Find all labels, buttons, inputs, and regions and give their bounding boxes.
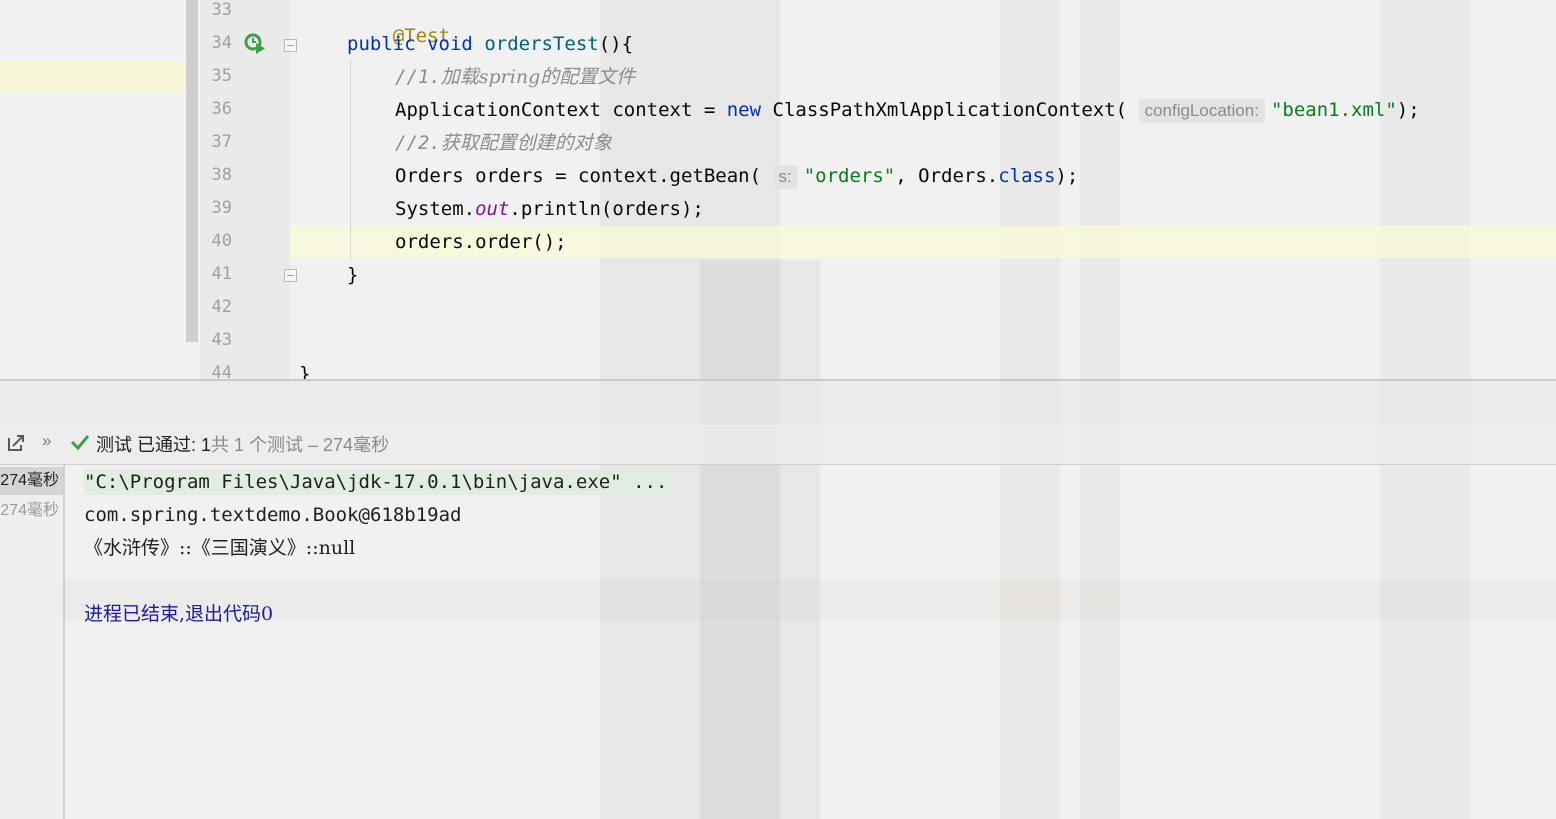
code-line-40: orders.order(); — [395, 230, 567, 254]
line-number: 42 — [211, 297, 232, 317]
more-actions-button[interactable]: » — [42, 431, 51, 451]
left-line-highlight — [0, 61, 198, 91]
code-text: System. — [395, 198, 476, 220]
code-text: orders.order(); — [395, 231, 567, 253]
test-tree-row[interactable]: 274毫秒 — [0, 467, 63, 495]
closing-brace: } — [299, 363, 311, 380]
fold-icon[interactable] — [284, 39, 297, 52]
console-line: 《水浒传》::《三国演义》::null — [84, 535, 355, 561]
fold-icon[interactable] — [284, 269, 297, 282]
parameter-hint: configLocation: — [1138, 99, 1265, 123]
string-literal: "bean1.xml" — [1270, 99, 1397, 121]
code-line-39: System.out.println(orders); — [395, 197, 704, 221]
static-field: out — [475, 198, 510, 220]
indent-guide — [350, 60, 351, 258]
string-literal: "orders" — [803, 165, 896, 187]
comment-prefix: //2. — [395, 132, 441, 154]
console-exit-text: 进程已结束,退出代码0 — [84, 603, 274, 625]
code-text: ApplicationContext context = — [395, 99, 727, 121]
run-test-icon[interactable] — [244, 33, 266, 55]
line-number: 39 — [211, 198, 232, 218]
line-number: 41 — [211, 264, 232, 284]
test-tree-row[interactable]: 274毫秒 — [0, 497, 63, 525]
test-results-tree: 274毫秒 274毫秒 — [0, 465, 65, 819]
console-exit-line: 进程已结束,退出代码0 — [84, 601, 273, 627]
test-toolbar: » 测试 已通过: 1共 1 个测试 – 274毫秒 — [0, 425, 1556, 465]
line-number: 34 — [211, 33, 232, 53]
test-status-text: 测试 已通过: 1 — [96, 435, 212, 455]
comment-text: 获取配置创建的对象 — [440, 132, 612, 154]
code-line-38: Orders orders = context.getBean( s: "orde… — [395, 164, 1078, 189]
line-number: 33 — [211, 0, 232, 20]
editor-gutter — [200, 0, 290, 380]
line-number: 37 — [211, 132, 232, 152]
line-number: 36 — [211, 99, 232, 119]
code-text: ClassPathXmlApplicationContext( — [761, 99, 1128, 121]
code-text: , Orders. — [895, 165, 999, 187]
line-number: 38 — [211, 165, 232, 185]
keyword: public — [347, 33, 416, 55]
test-status: 测试 已通过: 1共 1 个测试 – 274毫秒 — [96, 431, 389, 457]
code-text: (){ — [598, 33, 634, 55]
check-icon — [70, 435, 90, 451]
code-text: .println(orders); — [509, 198, 704, 220]
console-line: com.spring.textdemo.Book@618b19ad — [84, 504, 462, 526]
code-text: Orders orders = context.getBean( — [395, 165, 762, 187]
code-line-35: //1.加载spring的配置文件 — [395, 65, 635, 89]
line-number: 44 — [211, 363, 232, 380]
method-name: ordersTest — [484, 33, 599, 55]
console-output[interactable]: "C:\Program Files\Java\jdk-17.0.1\bin\ja… — [66, 465, 1556, 819]
code-line-44: } — [299, 362, 310, 380]
line-number: 35 — [211, 66, 232, 86]
closing-brace: } — [347, 264, 359, 286]
line-number: 43 — [211, 330, 232, 350]
line-number: 40 — [211, 231, 232, 251]
code-line-41: } — [347, 263, 358, 287]
console-line-text: 《水浒传》::《三国演义》::null — [84, 537, 356, 559]
code-line-34: public void ordersTest(){ — [347, 32, 633, 56]
code-line-36: ApplicationContext context = new ClassPa… — [395, 98, 1420, 123]
keyword: void — [427, 33, 473, 55]
code-editor[interactable]: 33 34 35 36 37 38 39 40 41 42 43 44 @Tes… — [0, 0, 1556, 380]
code-text: ); — [1055, 165, 1079, 187]
parameter-hint: s: — [772, 165, 798, 189]
comment-prefix: //1. — [395, 66, 441, 88]
editor-scrollbar[interactable] — [186, 0, 198, 342]
code-line-37: //2.获取配置创建的对象 — [395, 131, 612, 155]
run-panel-header — [0, 381, 1556, 425]
code-text: ); — [1396, 99, 1420, 121]
comment-text: 加载spring的配置文件 — [440, 66, 636, 88]
keyword: class — [998, 165, 1056, 187]
test-summary: 共 1 个测试 – 274毫秒 — [211, 435, 390, 455]
console-command-line[interactable]: "C:\Program Files\Java\jdk-17.0.1\bin\ja… — [84, 469, 672, 495]
keyword: new — [726, 99, 762, 121]
export-icon[interactable] — [6, 433, 26, 453]
